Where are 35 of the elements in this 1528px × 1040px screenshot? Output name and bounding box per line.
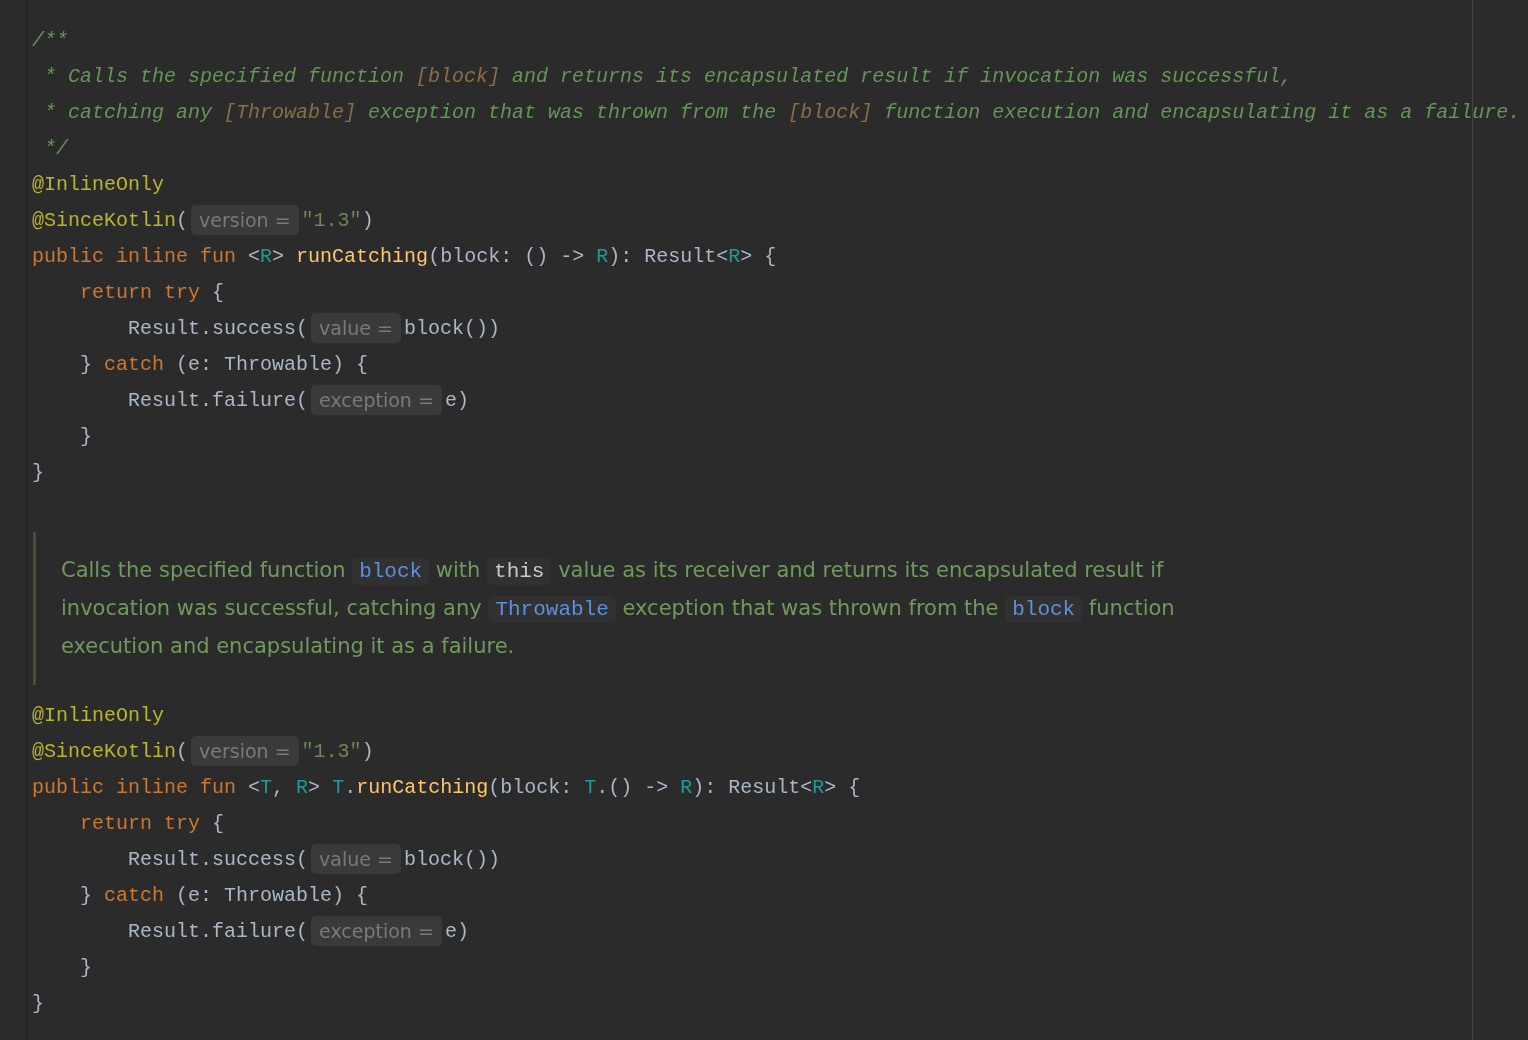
code-text: Result.failure(: [127, 919, 309, 943]
code-line: } catch (e: Throwable) {: [79, 883, 369, 907]
parameter-hint: version =: [191, 736, 299, 766]
code-line: * catching any [Throwable] exception that was thrown from the [block] function execution and encapsulating it as a failure.: [43, 100, 1521, 124]
code-line: public inline fun <R> runCatching(block: () -> R): Result<R> {: [32, 244, 777, 268]
code-line: public inline fun <T, R> T.runCatching(block: T.() -> R): Result<R> {: [32, 775, 861, 799]
code-text: @SinceKotlin(: [32, 208, 189, 232]
code-line: }: [79, 955, 92, 979]
code-text: e): [444, 388, 469, 412]
parameter-hint: value =: [311, 313, 401, 343]
code-line: }: [32, 991, 44, 1015]
code-text: "1.3"): [301, 208, 374, 232]
code-line: return try {: [79, 811, 225, 835]
code-text: block()): [403, 847, 500, 871]
parameter-hint: value =: [311, 844, 401, 874]
code-line: @InlineOnly: [32, 703, 165, 727]
code-text: "1.3"): [301, 739, 374, 763]
code-text: Result.success(: [127, 316, 309, 340]
code-text: Result.failure(: [127, 388, 309, 412]
code-text: Result.success(: [127, 847, 309, 871]
code-line: */: [43, 136, 68, 160]
code-line: return try {: [79, 280, 225, 304]
code-line: }: [79, 424, 92, 448]
parameter-hint: exception =: [311, 916, 442, 946]
code-line: } catch (e: Throwable) {: [79, 352, 369, 376]
code-text: e): [444, 919, 469, 943]
parameter-hint: exception =: [311, 385, 442, 415]
code-line: @InlineOnly: [32, 172, 165, 196]
code-text: block()): [403, 316, 500, 340]
code-line: * Calls the specified function [block] and returns its encapsulated result if invocation was successful,: [43, 64, 1293, 88]
code-line: /**: [32, 28, 68, 52]
rendered-doc-comment: Calls the specified function block with this value as its receiver and returns its encapsulated result if invocation was successful, catching any Throwable exception that was thrown from the block function execution and encapsulating it as a failure.: [33, 532, 1271, 685]
code-line: }: [32, 460, 44, 484]
code-text: @SinceKotlin(: [32, 739, 189, 763]
parameter-hint: version =: [191, 205, 299, 235]
